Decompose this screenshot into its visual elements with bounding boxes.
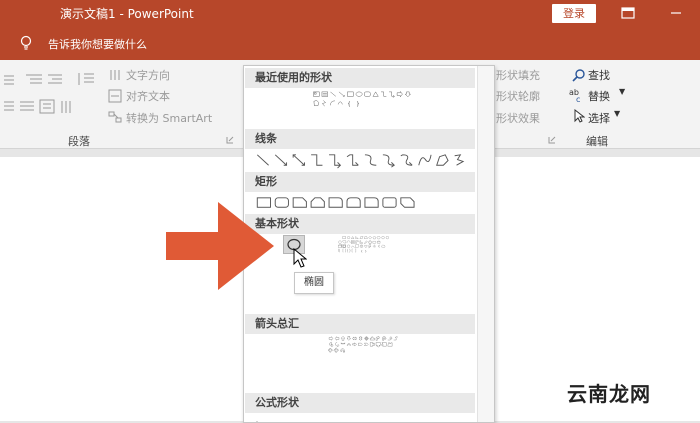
shape-effects-button[interactable]: 形状效果 (496, 110, 540, 126)
block-arrows-rows[interactable] (249, 336, 479, 353)
lightbulb-icon (20, 35, 32, 51)
convert-smartart-button[interactable]: 转换为 SmartArt (126, 110, 212, 126)
text-direction-icon[interactable] (108, 68, 122, 82)
watermark-text: 云南龙网 (567, 378, 651, 407)
replace-icon[interactable]: abc (569, 87, 587, 103)
window-title: 演示文稿1 - PowerPoint (60, 5, 194, 22)
section-equation-shapes: 公式形状 (245, 393, 475, 413)
text-direction-button[interactable]: 文字方向 (126, 67, 170, 83)
find-button[interactable]: 查找 (588, 67, 610, 83)
section-rectangles: 矩形 (245, 172, 475, 192)
basic-left-brace: { (361, 249, 363, 253)
indent-icons[interactable] (4, 72, 64, 88)
login-button[interactable]: 登录 (552, 4, 596, 23)
shape-outline-button[interactable]: 形状轮廓 (496, 88, 540, 104)
edit-group-label: 编辑 (586, 133, 608, 149)
gallery-scrollbar[interactable] (477, 66, 494, 422)
title-bar: 演示文稿1 - PowerPoint 登录 (0, 0, 700, 27)
dialog-launcher-icon[interactable] (226, 136, 234, 144)
section-lines: 线条 (245, 129, 475, 149)
section-block-arrows: 箭头总汇 (245, 314, 475, 334)
paragraph-group-label: 段落 (68, 133, 90, 149)
tell-me-bar[interactable]: 告诉我你想要做什么 (0, 27, 700, 60)
svg-text:c: c (576, 95, 580, 103)
section-recent-shapes: 最近使用的形状 (245, 68, 475, 88)
select-button[interactable]: 选择 (588, 110, 610, 126)
shape-fill-button[interactable]: 形状填充 (496, 67, 540, 83)
drawing-launcher-icon[interactable] (548, 136, 556, 144)
smartart-icon[interactable] (108, 110, 122, 124)
rectangles-row[interactable] (249, 195, 479, 212)
shape-tooltip: 椭圆 (294, 272, 334, 294)
shapes-gallery[interactable]: 最近使用的形状 { } 线条 (243, 65, 495, 423)
cursor-select-icon[interactable] (573, 109, 585, 123)
mouse-cursor-icon (293, 248, 307, 268)
recent-right-brace: } (356, 101, 359, 107)
align-text-icon[interactable] (108, 89, 122, 103)
align-text-button[interactable]: 对齐文本 (126, 88, 170, 104)
ribbon-display-icon[interactable] (621, 6, 635, 20)
alignment-icons[interactable] (4, 99, 94, 115)
select-dropdown-icon[interactable]: ▼ (614, 109, 620, 118)
tell-me-text: 告诉我你想要做什么 (48, 36, 147, 52)
minimize-icon[interactable] (669, 6, 683, 20)
recent-shapes-row[interactable]: { } (249, 91, 479, 108)
replace-dropdown-icon[interactable]: ▼ (619, 87, 625, 96)
find-icon[interactable] (572, 68, 586, 82)
annotation-arrow-icon (160, 198, 280, 294)
replace-button[interactable]: 替换 (588, 88, 610, 104)
recent-left-brace: { (347, 101, 350, 107)
equation-shapes-row[interactable] (249, 415, 479, 423)
basic-right-brace: } (365, 249, 367, 253)
line-spacing-icon[interactable] (76, 71, 96, 87)
lines-row[interactable] (249, 152, 479, 169)
